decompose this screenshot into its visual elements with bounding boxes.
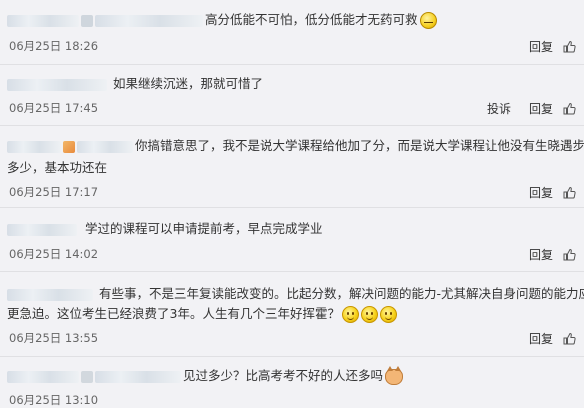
comment-item: 如果继续沉迷，那就可惜了 06月25日 17:45 投诉 回复: [0, 65, 584, 126]
thumbs-up-icon[interactable]: [563, 248, 576, 261]
comment-list: 高分低能不可怕，低分低能才无药可救 06月25日 18:26 回复 如果继续沉迷…: [0, 0, 584, 407]
smile-emoji: [341, 306, 359, 323]
reply-button[interactable]: 回复: [529, 184, 553, 201]
comment-date: 06月25日 13:10: [9, 393, 99, 407]
reply-button[interactable]: 回复: [529, 246, 553, 263]
username-blurred[interactable]: [7, 140, 61, 153]
smile-emoji: [360, 306, 378, 323]
comment-actions: 回复: [529, 246, 576, 263]
comment-actions: 回复: [529, 184, 576, 201]
username-blurred[interactable]: [7, 14, 79, 27]
reply-button[interactable]: 回复: [529, 100, 553, 117]
comment-body: 你搞错意思了，我不是说大学课程给他加了分，而是说大学课程让他没有生晓遇步: [7, 135, 584, 157]
username-blurred[interactable]: [95, 14, 203, 27]
comment-body: 高分低能不可怕，低分低能才无药可救: [7, 9, 578, 31]
comment-body: 见过多少？比高考考不好的人还多吗: [7, 365, 578, 387]
username-blurred[interactable]: [7, 370, 79, 383]
report-button[interactable]: 投诉: [487, 100, 511, 117]
comment-actions: 回复: [529, 330, 576, 347]
thumbs-up-icon[interactable]: [563, 186, 576, 199]
avatar[interactable]: [81, 370, 93, 383]
comment-date: 06月25日 13:55: [9, 331, 99, 345]
comment-text: 有些事，不是三年复读能改变的。比起分数，解决问题的能力-尤其解决自身问题的能力应…: [99, 286, 584, 301]
comment-item: 学过的课程可以申请提前考，早点完成学业 06月25日 14:02 回复: [0, 208, 584, 272]
username-blurred[interactable]: [7, 288, 93, 301]
comment-item: 有些事，不是三年复读能改变的。比起分数，解决问题的能力-尤其解决自身问题的能力应…: [0, 272, 584, 357]
thumbs-up-icon[interactable]: [563, 332, 576, 345]
comment-body-line2: 更急迫。这位考生已经浪费了3年。人生有几个三年好挥霍？: [7, 303, 578, 325]
username-blurred[interactable]: [7, 223, 77, 236]
comment-text: 学过的课程可以申请提前考，早点完成学业: [85, 221, 323, 236]
comment-text: 多少，基本功还在: [7, 160, 108, 175]
smile-emoji: [379, 306, 397, 323]
sleepy-emoji: [419, 12, 437, 29]
comment-body: 如果继续沉迷，那就可惜了: [7, 73, 578, 95]
comment-item: 见过多少？比高考考不好的人还多吗 06月25日 13:10: [0, 357, 584, 407]
comment-date: 06月25日 14:02: [9, 247, 99, 261]
thumbs-up-icon[interactable]: [563, 102, 576, 115]
comment-date: 06月25日 18:26: [9, 39, 99, 53]
reply-button[interactable]: 回复: [529, 330, 553, 347]
cat-emoji: [385, 365, 404, 385]
thumbs-up-icon[interactable]: [563, 40, 576, 53]
avatar[interactable]: [81, 14, 93, 27]
reply-button[interactable]: 回复: [529, 38, 553, 55]
username-blurred[interactable]: [95, 370, 181, 383]
comment-text: 如果继续沉迷，那就可惜了: [113, 76, 264, 91]
comment-body: 学过的课程可以申请提前考，早点完成学业: [7, 218, 578, 240]
avatar[interactable]: [63, 140, 75, 153]
username-blurred[interactable]: [77, 140, 133, 153]
username-blurred[interactable]: [7, 78, 107, 91]
comment-actions: 投诉 回复: [487, 100, 576, 117]
comment-body: 有些事，不是三年复读能改变的。比起分数，解决问题的能力-尤其解决自身问题的能力应…: [7, 283, 584, 305]
comment-item: 高分低能不可怕，低分低能才无药可救 06月25日 18:26 回复: [0, 0, 584, 65]
comment-text: 高分低能不可怕，低分低能才无药可救: [205, 12, 418, 27]
comment-date: 06月25日 17:17: [9, 185, 99, 199]
comment-body-line2: 多少，基本功还在: [7, 157, 578, 179]
comment-text: 更急迫。这位考生已经浪费了3年。人生有几个三年好挥霍？: [7, 306, 340, 321]
comment-actions: 回复: [529, 38, 576, 55]
comment-text: 你搞错意思了，我不是说大学课程给他加了分，而是说大学课程让他没有生晓遇步: [135, 138, 584, 153]
comment-item: 你搞错意思了，我不是说大学课程给他加了分，而是说大学课程让他没有生晓遇步 多少，…: [0, 126, 584, 208]
comment-date: 06月25日 17:45: [9, 101, 99, 115]
comment-text: 见过多少？比高考考不好的人还多吗: [183, 368, 384, 383]
